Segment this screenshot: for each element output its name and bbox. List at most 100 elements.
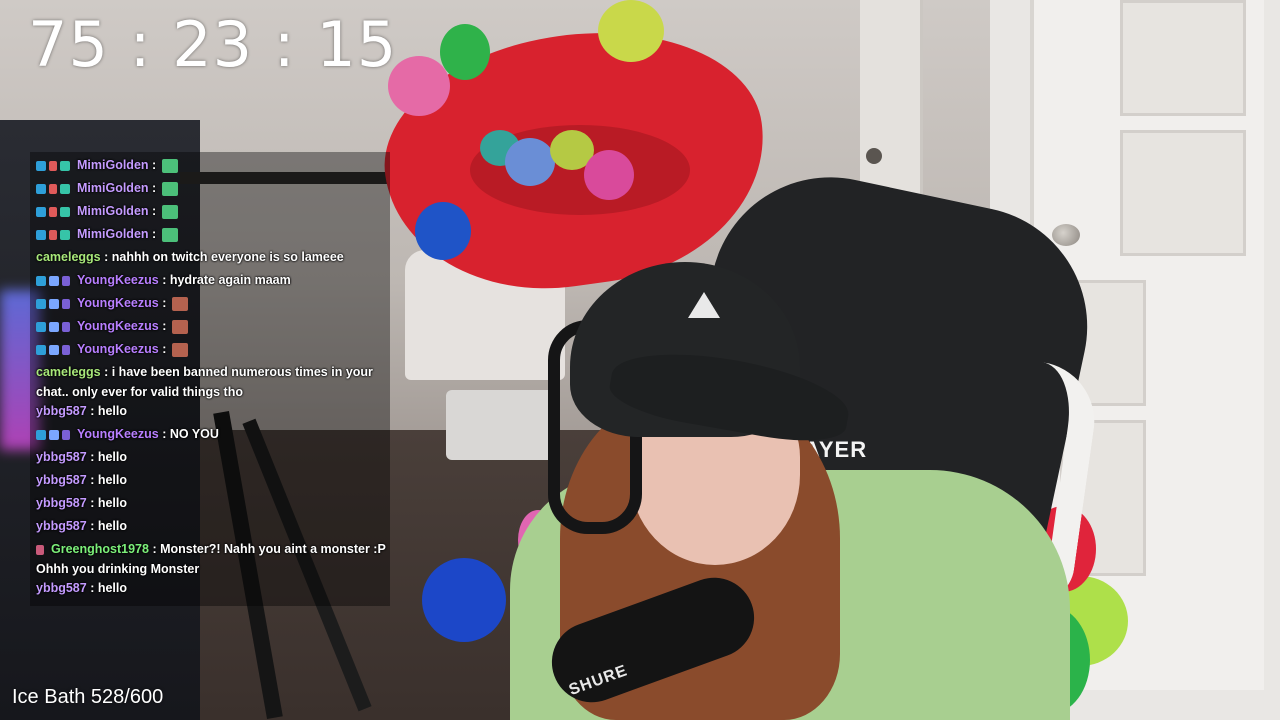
chat-badges (36, 294, 73, 314)
chat-username[interactable]: ybbg587 (36, 450, 87, 464)
box-emote-icon (171, 296, 188, 311)
prime-badge-icon (36, 344, 46, 355)
chat-message: MimiGolden : (36, 225, 386, 248)
chat-text: hello (97, 581, 127, 596)
chat-username[interactable]: ybbg587 (36, 581, 87, 595)
chat-message: MimiGolden : (36, 179, 386, 202)
chat-separator: : (158, 342, 170, 357)
chat-separator: : (86, 519, 98, 533)
chat-username[interactable]: MimiGolden (77, 181, 149, 195)
chat-separator: : (148, 158, 160, 173)
mod-badge-icon (49, 429, 59, 440)
box-emote-icon (171, 342, 188, 357)
chat-separator: : (86, 404, 98, 418)
chat-text: NO YOU (169, 427, 219, 442)
chat-message: YoungKeezus : (36, 340, 386, 363)
chat-username[interactable]: ybbg587 (36, 473, 87, 487)
mod-badge-icon (49, 321, 59, 332)
chat-message: YoungKeezus : NO YOU (36, 425, 386, 448)
balloon (505, 138, 555, 186)
chat-separator: : (158, 427, 170, 442)
chat-username[interactable]: ybbg587 (36, 404, 87, 418)
chat-badges (36, 425, 73, 445)
closet-knob (866, 148, 882, 164)
chat-badges (36, 156, 73, 176)
gift-badge-icon (62, 275, 70, 286)
chat-username[interactable]: MimiGolden (77, 158, 149, 172)
chat-text: hydrate again maam (169, 273, 291, 288)
mod-badge-icon (49, 344, 59, 355)
chat-username[interactable]: ybbg587 (36, 519, 87, 533)
balloon (422, 558, 506, 642)
door-knob (1052, 224, 1080, 246)
chat-username[interactable]: ybbg587 (36, 496, 87, 510)
chat-username[interactable]: MimiGolden (77, 227, 149, 241)
prime-badge-icon (36, 229, 46, 240)
gift-badge-icon (62, 298, 70, 309)
balloon (388, 56, 450, 116)
gift-badge-icon (62, 321, 70, 332)
chat-username[interactable]: cameleggs (36, 250, 101, 264)
chat-separator: : (148, 204, 160, 219)
chat-message: YoungKeezus : (36, 317, 386, 340)
chat-message: ybbg587 : hello (36, 402, 386, 425)
mod-badge-icon (49, 275, 59, 286)
chat-text: hello (97, 473, 127, 487)
chat-username[interactable]: YoungKeezus (77, 319, 159, 333)
chat-username[interactable]: Greenghost1978 (51, 542, 149, 556)
frog-emote-icon (161, 158, 178, 173)
balloon (415, 202, 471, 260)
stream-timer: 75 : 23 : 15 (28, 8, 398, 81)
chat-separator: : (148, 181, 160, 196)
bits-badge-icon (60, 183, 70, 194)
balloon (598, 0, 664, 62)
prime-badge-icon (36, 206, 46, 217)
frog-emote-icon (161, 204, 178, 219)
chat-separator: : (158, 296, 170, 311)
chat-badges (36, 202, 73, 222)
gift-badge-icon (62, 429, 70, 440)
chat-separator: : (86, 450, 98, 464)
chat-separator: : (148, 227, 160, 242)
bits-badge-icon (60, 206, 70, 217)
chat-badges (36, 317, 73, 337)
chat-message: ybbg587 : hello (36, 517, 386, 540)
chat-badges (36, 340, 73, 360)
chat-badges (36, 225, 73, 245)
basket (446, 390, 556, 460)
gift-badge-icon (62, 344, 70, 355)
sub-badge-icon (49, 183, 57, 194)
chat-badges (36, 271, 73, 291)
chat-text: hello (97, 519, 127, 533)
chat-separator: : (158, 273, 170, 288)
chat-separator: : (86, 496, 98, 510)
chat-message: YoungKeezus : (36, 294, 386, 317)
sub-badge-icon (49, 160, 57, 171)
mod-badge-icon (49, 298, 59, 309)
sub-badge-icon (49, 229, 57, 240)
chat-username[interactable]: YoungKeezus (77, 342, 159, 356)
ice-bath-counter: Ice Bath 528/600 (12, 686, 164, 708)
chat-username[interactable]: cameleggs (36, 365, 101, 379)
prime-badge-icon (36, 298, 46, 309)
chat-message: ybbg587 : hello (36, 471, 386, 494)
prime-badge-icon (36, 429, 46, 440)
chat-message: ybbg587 : hello (36, 494, 386, 517)
cap-logo-icon (688, 292, 720, 318)
chat-username[interactable]: YoungKeezus (77, 273, 159, 287)
chat-text: hello (97, 496, 127, 510)
chat-separator: : (86, 473, 98, 487)
frog-emote-icon (161, 227, 178, 242)
prime-badge-icon (36, 275, 46, 286)
chat-message: MimiGolden : (36, 202, 386, 225)
chat-text: hello (97, 450, 127, 464)
chat-username[interactable]: YoungKeezus (77, 296, 159, 310)
chat-separator: : (100, 250, 112, 264)
chat-username[interactable]: YoungKeezus (77, 427, 159, 441)
chat-badges (36, 179, 73, 199)
chat-username[interactable]: MimiGolden (77, 204, 149, 218)
chat-overlay: MimiGolden : MimiGolden : MimiGolden : M… (30, 152, 390, 607)
frog-emote-icon (161, 181, 178, 196)
balloon (584, 150, 634, 200)
chat-message: cameleggs : i have been banned numerous … (36, 363, 386, 402)
